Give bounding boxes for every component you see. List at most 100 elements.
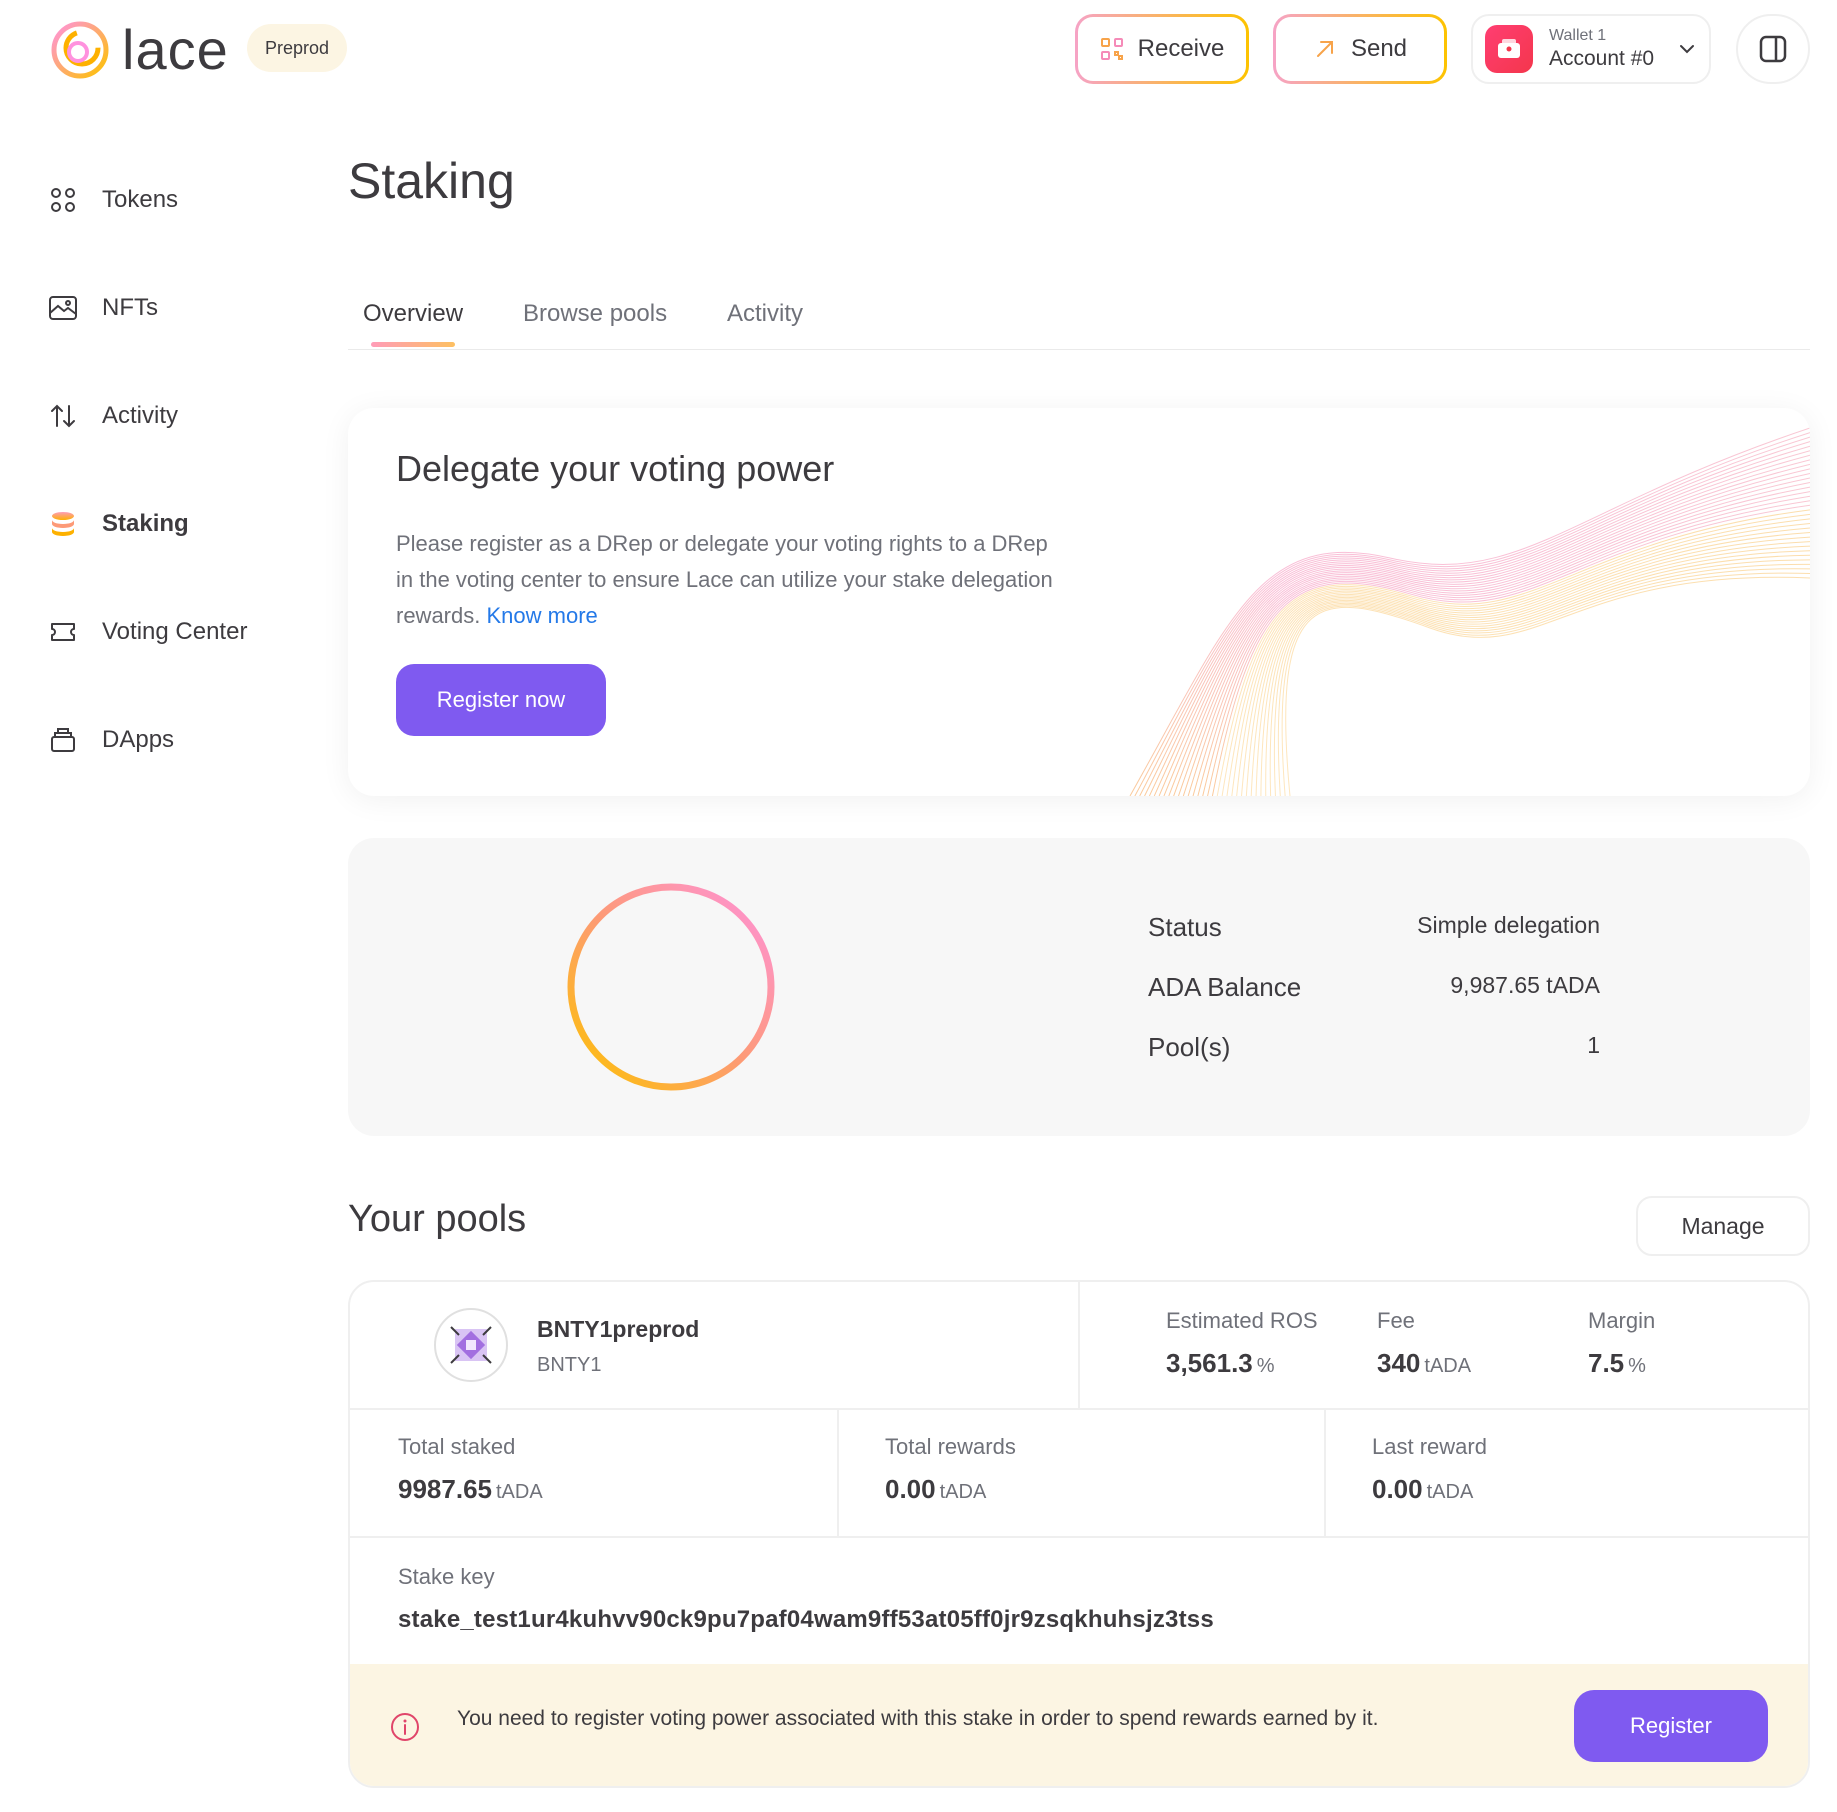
dapps-icon — [46, 723, 80, 757]
pool-name: BNTY1preprod — [537, 1316, 700, 1342]
margin-number: 7.5 — [1588, 1348, 1625, 1378]
side-panel-toggle-button[interactable] — [1736, 14, 1810, 84]
register-now-button[interactable]: Register now — [396, 664, 606, 736]
wave-line — [1187, 482, 1810, 796]
estimated-ros-value: 3,561.3% — [1166, 1348, 1275, 1379]
manage-button[interactable]: Manage — [1636, 1196, 1810, 1256]
ada-balance-label: ADA Balance — [1148, 972, 1302, 1002]
send-button[interactable]: Send — [1273, 14, 1447, 84]
lace-logo[interactable]: lace — [48, 18, 229, 82]
sidebar-item-label: NFTs — [102, 294, 158, 321]
sidebar-item-dapps[interactable]: DApps — [46, 720, 306, 760]
pool-rewards-row: Total staked 9987.65 tADA Total rewards 0… — [350, 1410, 1808, 1538]
last-reward-number: 0.00 — [1372, 1474, 1423, 1504]
total-rewards-number: 0.00 — [885, 1474, 936, 1504]
wave-line — [1139, 436, 1810, 796]
fee-label: Fee — [1377, 1308, 1415, 1333]
logo-text: lace — [122, 18, 229, 81]
wave-line — [1216, 509, 1810, 796]
total-staked-unit: tADA — [495, 1481, 543, 1503]
sidebar-item-label: Staking — [102, 510, 189, 537]
register-warning-banner: You need to register voting power associ… — [350, 1664, 1808, 1786]
sidebar-item-staking[interactable]: Staking — [46, 504, 306, 544]
estimated-ros-unit: % — [1256, 1355, 1275, 1377]
pool-logo-icon — [434, 1308, 508, 1382]
sidebar-item-label: DApps — [102, 726, 175, 753]
staking-summary-card: Status Simple delegation ADA Balance 9,9… — [348, 838, 1810, 1136]
warning-text: You need to register voting power associ… — [457, 1707, 1379, 1730]
environment-badge: Preprod — [247, 24, 348, 72]
image-icon — [46, 291, 80, 325]
stake-key-label: Stake key — [398, 1564, 495, 1589]
estimated-ros-number: 3,561.3 — [1166, 1348, 1253, 1378]
pool-header-row[interactable]: BNTY1preprod BNTY1 Estimated ROS 3,561.3… — [350, 1282, 1808, 1410]
tab-activity[interactable]: Activity — [727, 300, 803, 328]
total-staked-label: Total staked — [398, 1434, 516, 1459]
tab-browse-pools[interactable]: Browse pools — [523, 300, 667, 328]
account-name: Account #0 — [1549, 47, 1655, 70]
lace-logo-icon — [51, 21, 109, 79]
sidebar-item-voting-center[interactable]: Voting Center — [46, 612, 306, 652]
qr-code-icon — [1100, 38, 1123, 60]
sidebar-item-nfts[interactable]: NFTs — [46, 288, 306, 328]
last-reward-value: 0.00 tADA — [1372, 1474, 1473, 1505]
info-icon — [391, 1713, 419, 1741]
wave-line — [1207, 500, 1810, 796]
fee-value: 340 tADA — [1377, 1348, 1471, 1379]
delegate-title: Delegate your voting power — [396, 448, 835, 489]
pools-count-value: 1 — [1587, 1032, 1600, 1058]
total-staked-value: 9987.65 tADA — [398, 1474, 543, 1505]
pool-card: BNTY1preprod BNTY1 Estimated ROS 3,561.3… — [348, 1280, 1810, 1788]
delegate-voting-power-card: Delegate your voting power Please regist… — [348, 408, 1810, 796]
pools-count-label: Pool(s) — [1148, 1032, 1231, 1062]
tab-bar: Overview Browse pools Activity — [348, 290, 1810, 350]
divider — [1078, 1282, 1080, 1410]
sidebar-item-label: Activity — [102, 402, 179, 429]
status-label: Status — [1148, 912, 1222, 942]
ticket-icon — [46, 615, 80, 649]
sidebar-item-label: Voting Center — [102, 618, 248, 645]
total-staked-number: 9987.65 — [398, 1474, 492, 1504]
sidebar-item-activity[interactable]: Activity — [46, 396, 306, 436]
stake-key-value[interactable]: stake_test1ur4kuhvv90ck9pu7paf04wam9ff53… — [398, 1606, 1214, 1634]
margin-unit: % — [1628, 1355, 1646, 1377]
coins-stack-icon — [46, 507, 80, 541]
receive-label: Receive — [1137, 35, 1225, 62]
page-title: Staking — [348, 153, 515, 209]
arrows-up-down-icon — [46, 399, 80, 433]
delegation-ring-chart — [567, 883, 775, 1091]
fee-number: 340 — [1377, 1348, 1421, 1378]
fee-unit: tADA — [1424, 1355, 1472, 1377]
your-pools-heading: Your pools — [348, 1198, 527, 1240]
sidebar-item-label: Tokens — [102, 186, 179, 213]
chevron-down-icon — [1680, 45, 1694, 54]
wallet-switcher[interactable]: Wallet 1 Account #0 — [1471, 14, 1711, 84]
wallet-name: Wallet 1 — [1549, 27, 1607, 44]
total-rewards-label: Total rewards — [885, 1434, 1016, 1459]
arrow-up-right-icon — [1316, 41, 1333, 57]
decorative-wave-graphic — [1129, 427, 1810, 796]
pool-ticker: BNTY1 — [537, 1354, 602, 1376]
total-rewards-unit: tADA — [939, 1481, 987, 1503]
wave-line — [1202, 495, 1810, 796]
wave-line — [1281, 572, 1810, 796]
last-reward-unit: tADA — [1426, 1481, 1474, 1503]
last-reward-label: Last reward — [1372, 1434, 1487, 1459]
margin-value: 7.5% — [1588, 1348, 1646, 1379]
wave-line — [1148, 445, 1810, 796]
know-more-link[interactable]: Know more — [486, 603, 597, 628]
grid-icon — [46, 183, 80, 217]
register-button[interactable]: Register — [1574, 1690, 1768, 1762]
tab-overview[interactable]: Overview — [363, 300, 463, 328]
receive-button[interactable]: Receive — [1075, 14, 1249, 84]
ada-balance-value: 9,987.65 tADA — [1450, 972, 1600, 998]
delegate-description: Please register as a DRep or delegate yo… — [396, 526, 1056, 634]
total-rewards-value: 0.00 tADA — [885, 1474, 986, 1505]
wallet-avatar-icon — [1485, 25, 1533, 73]
sidebar-item-tokens[interactable]: Tokens — [46, 180, 306, 220]
active-tab-indicator — [371, 342, 455, 347]
divider — [837, 1410, 839, 1538]
send-label: Send — [1350, 35, 1408, 62]
margin-label: Margin — [1588, 1308, 1656, 1333]
status-value: Simple delegation — [1417, 912, 1600, 938]
